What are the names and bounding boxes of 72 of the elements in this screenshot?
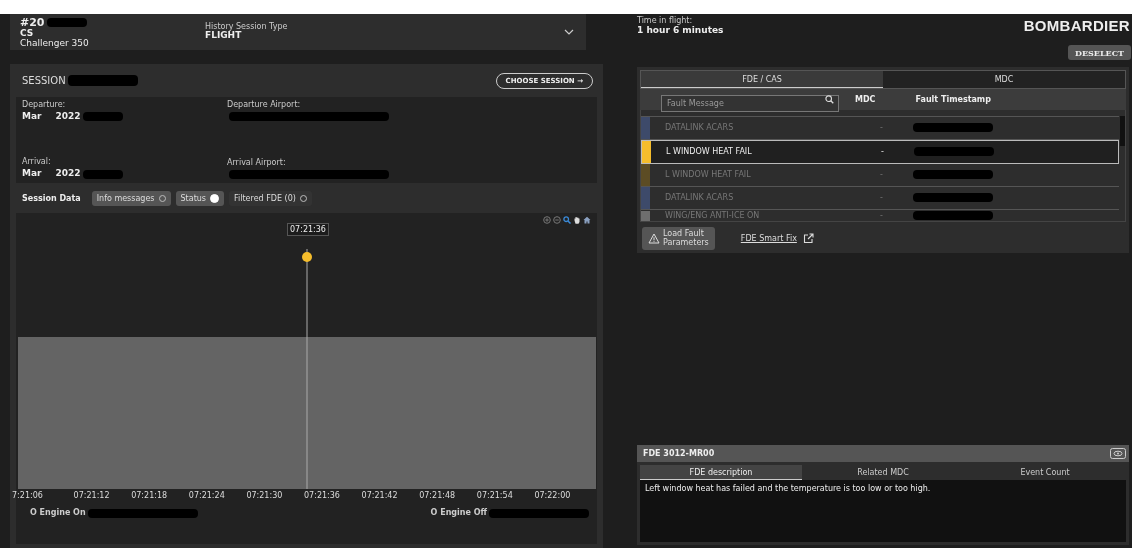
smart-fix-link[interactable]: FDE Smart Fix [740,234,797,243]
session-type: FLIGHT [205,31,243,42]
panel-tab[interactable]: MDC [883,71,1125,88]
field-value: 2022 [55,111,81,122]
field-value: Mar [22,169,42,179]
column-header[interactable]: MDC [855,94,876,104]
field-value: 2022 [55,169,81,179]
fault-message: L WINDOW HEAT FAIL [664,170,752,180]
field-label: Arrival: [22,158,52,168]
fault-message: WING/ENG ANTI-ICE ON [664,210,761,220]
external-link-icon[interactable] [802,233,814,244]
aircraft-prefix: CS [20,28,35,39]
home-icon[interactable] [583,216,591,224]
panel-tab[interactable]: FDE / CAS [641,71,883,88]
fault-message: DATALINK ACARS [664,193,735,203]
search-icon[interactable] [825,94,834,104]
search-icon[interactable] [563,216,571,224]
field-label: Departure: [22,101,67,110]
chevron-down-icon[interactable] [564,29,574,35]
mdc-cell-text: - [880,170,884,180]
mdc-cell-text: - [880,123,884,133]
time-in-flight-label: Time in flight: [637,17,694,26]
session-data-label: Session Data [22,193,81,203]
zoom-out-icon[interactable] [553,216,561,224]
axis-label: 7:21:06 [12,491,43,500]
detail-title: FDE 3012-MR00 [643,449,715,458]
event-marker[interactable] [302,252,312,262]
load-fault-parameters-button[interactable]: Load Fault Parameters [642,227,715,250]
axis-label: 07:22:00 [534,491,571,500]
time-in-flight: 1 hour 6 minutes [637,25,724,36]
axis-label: 07:21:24 [188,491,225,500]
engine-off-label: O Engine Off [430,509,487,518]
scrollbar[interactable] [1120,115,1125,146]
mdc-cell-text: - [881,147,885,157]
axis-label: 07:21:36 [304,491,340,500]
warning-icon [648,233,660,244]
session-type-label: History Session Type [205,22,289,32]
brand-logo: BOMBARDIER [1023,17,1130,34]
field-label: Departure Airport: [227,101,302,110]
axis-label: 07:21:12 [73,491,110,500]
chart-tooltip: 07:21:36 [287,223,329,236]
axis-label: 07:21:48 [419,491,456,500]
engine-on-label: O Engine On [30,509,86,518]
eye-icon[interactable] [1110,448,1126,459]
hand-icon[interactable] [573,216,581,224]
fault-message: DATALINK ACARS [664,123,735,133]
redaction-mark [82,169,123,179]
aircraft-model: Challenger 350 [20,38,90,49]
column-header[interactable]: Fault Timestamp [915,94,991,104]
fault-message: L WINDOW HEAT FAIL [665,147,753,157]
redaction-mark [67,75,138,86]
filter-toggle[interactable]: Filtered FDE (0) [229,190,312,206]
mdc-cell-text: - [880,210,884,220]
fault-row[interactable]: L WINDOW HEAT FAIL - [641,139,1119,164]
zoom-in-icon[interactable] [543,216,551,224]
redaction-mark [82,112,123,122]
session-title: SESSION [22,75,66,86]
deselect-button[interactable]: DESELECT [1068,45,1131,60]
filter-toggle[interactable]: Info messages [91,190,171,206]
field-value: Mar [22,111,42,122]
axis-label: 07:21:30 [246,491,283,500]
axis-label: 07:21:42 [361,491,398,500]
detail-tab[interactable]: FDE description [640,465,802,480]
field-label: Arrival Airport: [227,159,287,168]
aircraft-number: #20 [20,15,45,29]
axis-label: 07:21:54 [476,491,513,500]
axis-label: 07:21:18 [131,491,168,500]
filter-toggle[interactable]: Status [175,190,224,206]
mdc-cell-text: - [880,193,884,203]
redaction-mark [46,17,87,27]
fault-description: Left window heat has failed and the temperature is too low or too high. [645,484,932,493]
search-field[interactable]: Fault Message [661,94,839,112]
